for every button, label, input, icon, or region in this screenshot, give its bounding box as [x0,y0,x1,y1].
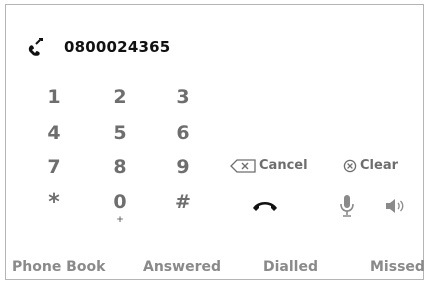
phone-outgoing-icon [26,36,48,58]
key-8[interactable]: 8 [108,156,132,178]
key-4[interactable]: 4 [42,122,66,144]
hang-up-icon [253,202,277,211]
clear-icon [343,159,357,172]
tab-answered[interactable]: Answered [143,259,221,275]
backspace-icon [230,158,256,173]
hang-up-button[interactable] [251,197,279,215]
cancel-button[interactable]: Cancel [230,158,308,173]
tab-dialled[interactable]: Dialled [263,259,318,275]
speaker-button[interactable] [383,197,407,215]
speaker-icon [386,199,404,213]
tab-phone-book[interactable]: Phone Book [12,259,105,275]
key-star[interactable]: * [42,192,66,214]
microphone-button[interactable] [338,193,356,219]
key-9[interactable]: 9 [171,156,195,178]
clear-label: Clear [360,158,398,173]
dialed-number: 0800024365 [64,38,171,56]
clear-button[interactable]: Clear [343,158,398,173]
key-7[interactable]: 7 [42,156,66,178]
tab-missed[interactable]: Missed [370,259,425,275]
key-0-plus-label: + [116,215,124,225]
key-6[interactable]: 6 [171,122,195,144]
key-hash[interactable]: # [171,191,195,213]
dialer-header: 0800024365 [26,35,170,59]
dialer-panel: 0800024365 1 2 3 4 5 6 7 8 9 * 0 + # Can… [5,4,425,280]
key-5[interactable]: 5 [108,122,132,144]
cancel-label: Cancel [259,158,308,173]
key-2[interactable]: 2 [108,86,132,108]
key-1[interactable]: 1 [42,86,66,108]
key-0[interactable]: 0 + [108,191,132,225]
microphone-icon [340,195,354,217]
key-3[interactable]: 3 [171,86,195,108]
